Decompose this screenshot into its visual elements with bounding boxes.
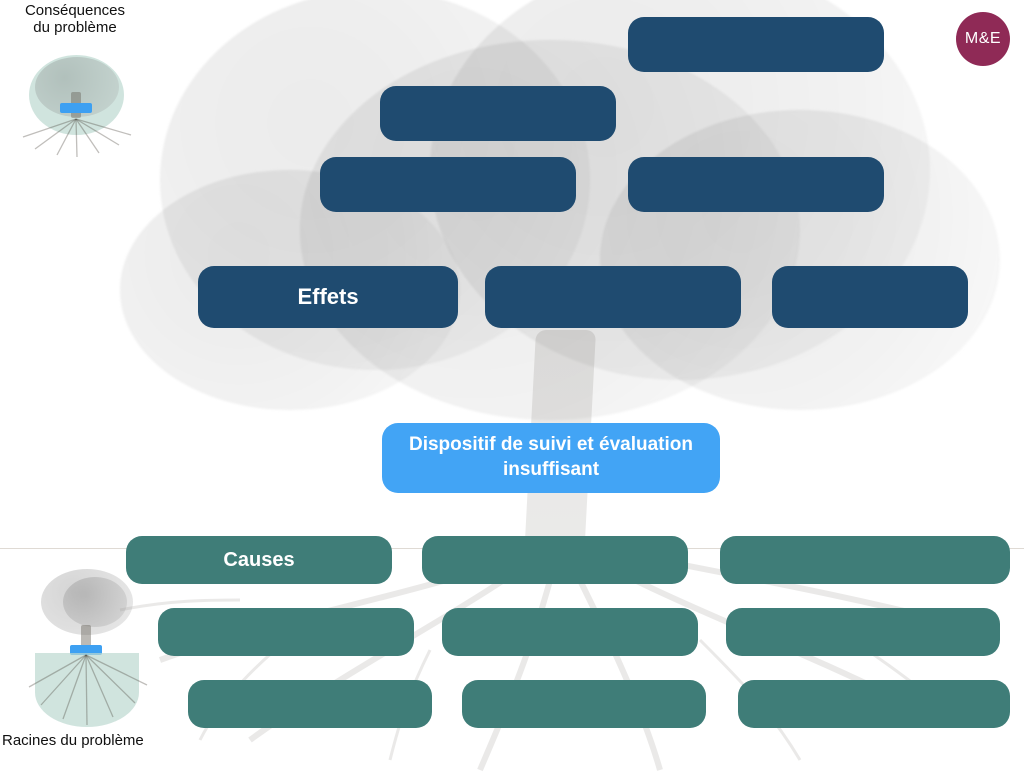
legend-roots: Racines du problème <box>0 555 170 749</box>
legend-consequences: Conséquences du problème <box>0 2 150 159</box>
cause-box[interactable] <box>422 536 688 584</box>
problem-tree-diagram: M&E Conséquences du problème <box>0 0 1024 772</box>
cause-box[interactable] <box>442 608 698 656</box>
cause-box[interactable] <box>462 680 706 728</box>
effect-box[interactable] <box>628 17 884 72</box>
causes-title: Causes <box>223 549 294 572</box>
effect-box[interactable] <box>772 266 968 328</box>
cause-box[interactable] <box>726 608 1000 656</box>
cause-box[interactable] <box>188 680 432 728</box>
effects-title: Effets <box>297 284 358 310</box>
effect-box[interactable] <box>320 157 576 212</box>
legend-consequences-line2: du problème <box>0 19 150 36</box>
cause-box[interactable] <box>738 680 1010 728</box>
me-badge-label: M&E <box>965 30 1001 48</box>
cause-box[interactable] <box>158 608 414 656</box>
legend-consequences-line1: Conséquences <box>0 2 150 19</box>
central-problem-text: Dispositif de suivi et évaluation insuff… <box>392 433 710 482</box>
effect-box[interactable] <box>485 266 741 328</box>
effect-box[interactable] <box>380 86 616 141</box>
effects-title-box[interactable]: Effets <box>198 266 458 328</box>
cause-box[interactable] <box>720 536 1010 584</box>
central-problem-box[interactable]: Dispositif de suivi et évaluation insuff… <box>382 423 720 493</box>
me-badge: M&E <box>956 12 1010 66</box>
legend-top-thumb <box>5 37 145 157</box>
effect-box[interactable] <box>628 157 884 212</box>
causes-title-box[interactable]: Causes <box>126 536 392 584</box>
